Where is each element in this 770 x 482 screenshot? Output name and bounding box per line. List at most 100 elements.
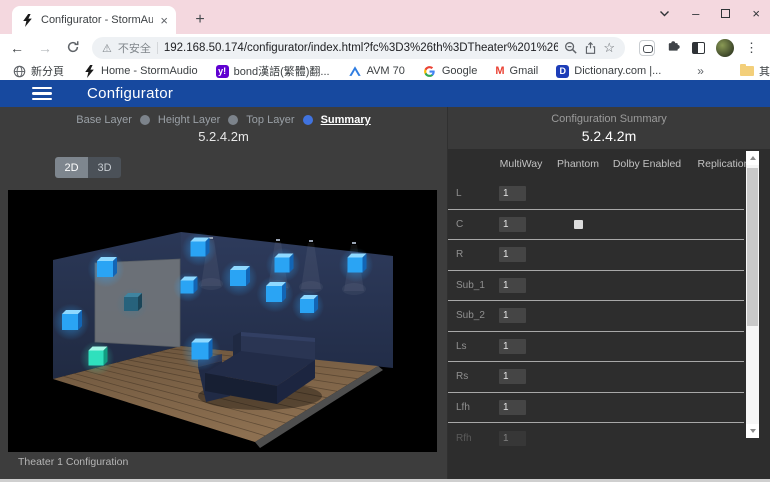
speaker-cube[interactable] <box>181 331 220 370</box>
address-bar[interactable]: ⚠ 不安全 192.168.50.174/configurator/index.… <box>92 37 625 59</box>
share-icon[interactable] <box>584 41 597 55</box>
bookmark-star-icon[interactable]: ☆ <box>603 40 615 56</box>
layer-tab-base[interactable]: Base Layer <box>76 114 132 126</box>
browser-toolbar: ← → ⚠ 不安全 192.168.50.174/configurator/in… <box>0 34 770 62</box>
gmail-icon: M <box>495 65 504 77</box>
bookmark-label: Gmail <box>510 65 539 77</box>
hamburger-menu-icon[interactable] <box>32 87 52 101</box>
tab-close-icon[interactable]: × <box>160 14 168 27</box>
speaker-cube[interactable] <box>173 272 203 302</box>
tab-search-chevron-icon[interactable] <box>659 4 670 22</box>
google-icon <box>423 64 437 78</box>
extensions-puzzle-icon[interactable] <box>666 38 681 58</box>
table-row: Sub_1 <box>448 271 744 302</box>
multiway-input[interactable] <box>499 400 526 415</box>
channel-label: L <box>448 188 492 199</box>
bookmark-bond-translate[interactable]: y! bond漢語(繁體)翻... <box>216 63 330 79</box>
bookmark-gmail[interactable]: M Gmail <box>495 65 538 77</box>
other-bookmarks-label: 其他書籤 <box>759 63 770 79</box>
bookmark-label: Dictionary.com |... <box>574 65 661 77</box>
table-row: R <box>448 240 744 271</box>
new-tab-button[interactable]: + <box>190 11 210 29</box>
window-close-button[interactable]: × <box>752 6 760 21</box>
scrollbar[interactable] <box>746 151 759 438</box>
channel-label: Rfh <box>448 433 492 444</box>
summary-panel-title: Configuration Summary <box>448 113 770 125</box>
speaker-cube[interactable] <box>116 288 148 320</box>
layer-tab-top[interactable]: Top Layer <box>246 114 294 126</box>
phantom-checkbox[interactable] <box>574 220 583 229</box>
room-3d-canvas[interactable] <box>8 190 437 452</box>
address-divider <box>157 42 158 54</box>
radio-dot-icon[interactable] <box>140 115 150 125</box>
bookmark-google[interactable]: Google <box>423 64 477 78</box>
table-row: Ls <box>448 332 744 363</box>
col-dolby-enabled: Dolby Enabled <box>606 158 688 170</box>
security-label: 不安全 <box>118 40 151 56</box>
bookmark-label: bond漢語(繁體)翻... <box>234 63 330 79</box>
line-extension-icon[interactable] <box>639 40 655 56</box>
multiway-input[interactable] <box>499 308 526 323</box>
config-name: 5.2.4.2m <box>0 129 447 144</box>
scrollbar-down-arrow-icon[interactable] <box>746 424 759 438</box>
other-bookmarks-button[interactable]: 其他書籤 <box>740 63 770 79</box>
multiway-input[interactable] <box>499 217 526 232</box>
speaker-cube[interactable] <box>257 276 294 313</box>
bookmark-new-tab[interactable]: 新分頁 <box>12 63 64 79</box>
channel-label: C <box>448 219 492 230</box>
channel-label: Sub_1 <box>448 280 492 291</box>
summary-panel: Configuration Summary 5.2.4.2m MultiWay … <box>447 107 770 482</box>
minimize-button[interactable]: – <box>692 6 699 21</box>
bookmark-label: 新分頁 <box>31 63 64 79</box>
zoom-magnifier-icon[interactable] <box>564 41 578 55</box>
col-multiway: MultiWay <box>492 158 550 170</box>
speaker-cube[interactable] <box>53 304 90 341</box>
bookmarks-bar: 新分頁 Home - StormAudio y! bond漢語(繁體)翻... … <box>0 62 770 80</box>
table-row: Lfh <box>448 393 744 424</box>
radio-dot-selected-icon[interactable] <box>303 115 313 125</box>
forward-button[interactable]: → <box>36 40 54 56</box>
back-button[interactable]: ← <box>8 40 26 56</box>
view-2d-button[interactable]: 2D <box>55 157 88 178</box>
bookmarks-overflow-chevron[interactable]: » <box>697 64 704 78</box>
multiway-input[interactable] <box>499 278 526 293</box>
multiway-input[interactable] <box>499 186 526 201</box>
bookmark-home-stormaudio[interactable]: Home - StormAudio <box>82 64 198 78</box>
bookmark-avm70[interactable]: AVM 70 <box>348 64 405 78</box>
multiway-input[interactable] <box>499 339 526 354</box>
summary-table: MultiWay Phantom Dolby Enabled Replicati… <box>448 149 770 480</box>
layer-tab-summary[interactable]: Summary <box>321 114 371 126</box>
folder-icon <box>740 66 754 76</box>
speaker-cube[interactable] <box>88 251 125 288</box>
multiway-input[interactable] <box>499 431 526 446</box>
browser-tab[interactable]: Configurator - StormAudio × <box>12 6 176 34</box>
speaker-cube[interactable] <box>182 232 217 267</box>
table-row: L <box>448 179 744 210</box>
radio-dot-icon[interactable] <box>228 115 238 125</box>
multiway-input[interactable] <box>499 247 526 262</box>
speaker-cube[interactable] <box>80 341 115 376</box>
profile-avatar[interactable] <box>716 39 734 57</box>
layer-tab-height[interactable]: Height Layer <box>158 114 220 126</box>
speaker-cube[interactable] <box>339 248 374 283</box>
speaker-cube[interactable] <box>221 260 258 297</box>
dictionary-icon: D <box>556 65 569 78</box>
speaker-cube[interactable] <box>292 290 324 322</box>
tab-title: Configurator - StormAudio <box>41 14 153 26</box>
url-text[interactable]: 192.168.50.174/configurator/index.html?f… <box>164 42 558 54</box>
table-row: Sub_2 <box>448 301 744 332</box>
bookmark-dictionary[interactable]: D Dictionary.com |... <box>556 65 661 78</box>
scrollbar-thumb[interactable] <box>747 168 758 326</box>
maximize-button[interactable] <box>721 9 730 18</box>
warning-icon: ⚠ <box>102 42 112 55</box>
avm-icon <box>348 64 362 78</box>
lightning-icon <box>20 13 34 27</box>
kebab-menu-icon[interactable]: ⋮ <box>745 40 758 56</box>
view-3d-button[interactable]: 3D <box>88 157 121 178</box>
channel-label: R <box>448 249 492 260</box>
side-panel-icon[interactable] <box>692 42 705 54</box>
bookmark-label: Home - StormAudio <box>101 65 198 77</box>
scrollbar-up-arrow-icon[interactable] <box>746 151 759 165</box>
multiway-input[interactable] <box>499 369 526 384</box>
reload-button[interactable] <box>64 40 82 57</box>
